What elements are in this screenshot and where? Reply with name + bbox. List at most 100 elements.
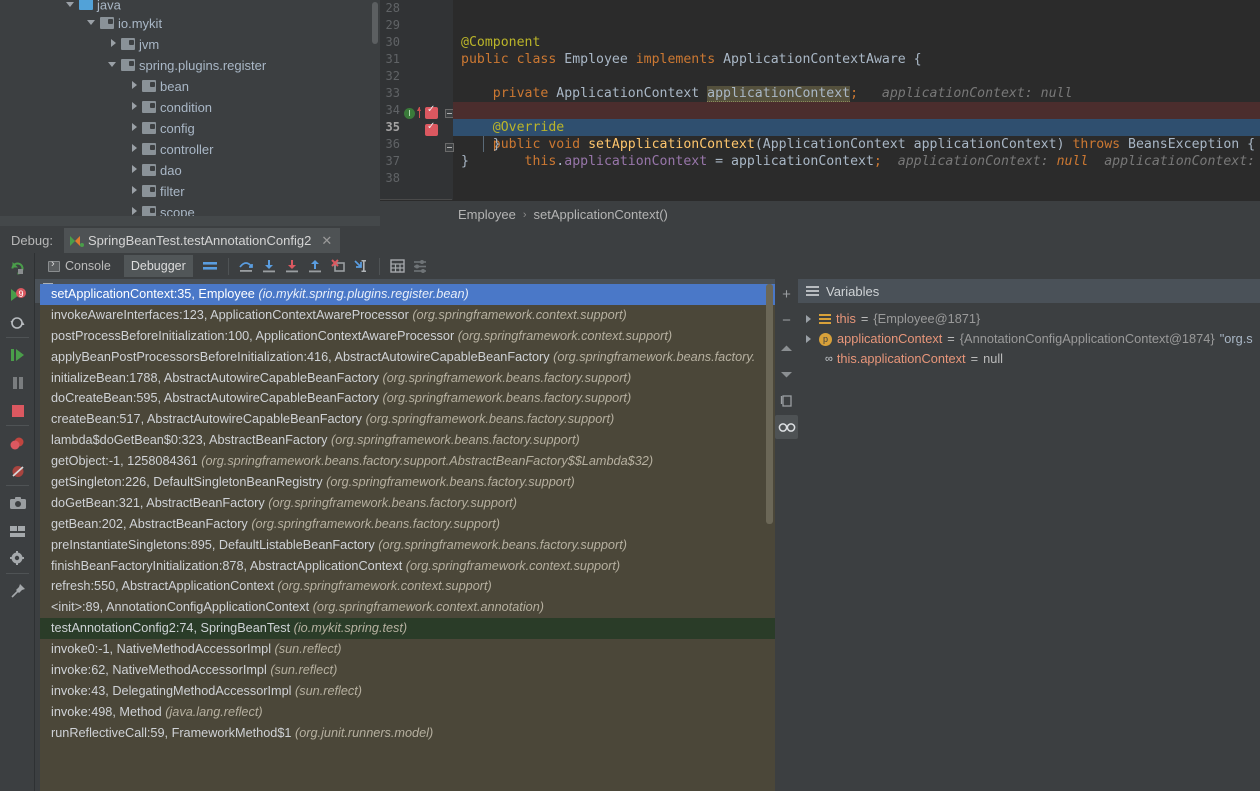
settings-icon[interactable]: [409, 255, 432, 277]
screenshot-icon[interactable]: [0, 489, 35, 517]
frame-row[interactable]: initializeBean:1788, AbstractAutowireCap…: [40, 368, 775, 389]
line-number-35[interactable]: 35: [380, 119, 400, 136]
frame-row[interactable]: invoke:62, NativeMethodAccessorImpl (sun…: [40, 660, 775, 681]
mute-breakpoints-icon[interactable]: [0, 457, 35, 485]
frame-row[interactable]: getBean:202, AbstractBeanFactory (org.sp…: [40, 514, 775, 535]
frame-row[interactable]: createBean:517, AbstractAutowireCapableB…: [40, 409, 775, 430]
step-into-icon[interactable]: [258, 255, 281, 277]
line-number-28[interactable]: 28: [380, 0, 400, 17]
line-number-36[interactable]: 36: [380, 136, 400, 153]
frame-row[interactable]: refresh:550, AbstractApplicationContext …: [40, 576, 775, 597]
chevron-right-icon[interactable]: [129, 122, 140, 133]
chevron-down-icon[interactable]: [66, 0, 77, 10]
frame-row[interactable]: postProcessBeforeInitialization:100, App…: [40, 326, 775, 347]
line-number-37[interactable]: 37: [380, 153, 400, 170]
frame-row[interactable]: preInstantiateSingletons:895, DefaultLis…: [40, 535, 775, 556]
variable-row[interactable]: ∞this.applicationContext=null: [798, 349, 1260, 369]
copy-icon[interactable]: [775, 387, 798, 413]
breakpoint-icon-line34[interactable]: [425, 107, 438, 119]
resume-program-icon[interactable]: [0, 341, 35, 369]
frame-row[interactable]: invokeAwareInterfaces:123, ApplicationCo…: [40, 305, 775, 326]
tree-item-bean[interactable]: bean: [0, 75, 380, 96]
rerun-icon[interactable]: [0, 253, 35, 281]
tree-item-controller[interactable]: controller: [0, 138, 380, 159]
frame-row[interactable]: testAnnotationConfig2:74, SpringBeanTest…: [40, 618, 775, 639]
close-icon[interactable]: ✕: [321, 233, 332, 249]
code-editor[interactable]: 2829303132333435363738 I @Component publ…: [380, 0, 1260, 200]
code-line-29[interactable]: public class Employee implements Applica…: [453, 17, 1260, 34]
chevron-right-icon[interactable]: [804, 334, 814, 344]
code-line-37[interactable]: }: [453, 153, 1260, 170]
chevron-right-icon[interactable]: [804, 314, 814, 324]
move-up-icon[interactable]: [775, 335, 798, 361]
line-number-29[interactable]: 29: [380, 17, 400, 34]
step-over-icon[interactable]: [235, 255, 258, 277]
frame-row[interactable]: finishBeanFactoryInitialization:878, Abs…: [40, 556, 775, 577]
step-out-icon[interactable]: [304, 255, 327, 277]
tab-debugger[interactable]: Debugger: [124, 255, 193, 277]
add-watch-icon[interactable]: +: [775, 281, 798, 307]
chevron-right-icon[interactable]: [108, 38, 119, 49]
variable-row[interactable]: papplicationContext={AnnotationConfigApp…: [798, 329, 1260, 349]
breadcrumb[interactable]: Employee › setApplicationContext(): [380, 200, 1260, 228]
pause-program-icon[interactable]: [0, 369, 35, 397]
run-to-cursor-icon[interactable]: [350, 255, 373, 277]
tree-vscrollbar-thumb[interactable]: [372, 2, 378, 44]
code-lines[interactable]: @Component public class Employee impleme…: [453, 0, 1260, 200]
implementing-method-icon[interactable]: I: [404, 108, 415, 119]
tree-item-java[interactable]: java: [0, 0, 380, 12]
frame-row[interactable]: doGetBean:321, AbstractBeanFactory (org.…: [40, 493, 775, 514]
show-execution-point-icon[interactable]: [199, 255, 222, 277]
frame-row[interactable]: doCreateBean:595, AbstractAutowireCapabl…: [40, 388, 775, 409]
move-down-icon[interactable]: [775, 361, 798, 387]
evaluate-expression-icon[interactable]: [386, 255, 409, 277]
breakpoint-icon-line35[interactable]: [425, 124, 438, 136]
code-line-28[interactable]: @Component: [453, 0, 1260, 17]
tree-item-filter[interactable]: filter: [0, 180, 380, 201]
chevron-right-icon[interactable]: [129, 101, 140, 112]
chevron-right-icon[interactable]: [129, 143, 140, 154]
line-number-34[interactable]: 34: [380, 102, 400, 119]
chevron-right-icon[interactable]: [129, 80, 140, 91]
frames-scrollbar-thumb[interactable]: [766, 284, 773, 524]
debug-session-tab[interactable]: SpringBeanTest.testAnnotationConfig2 ✕: [64, 228, 340, 253]
frame-row[interactable]: invoke:43, DelegatingMethodAccessorImpl …: [40, 681, 775, 702]
force-step-into-icon[interactable]: [281, 255, 304, 277]
layout-icon[interactable]: [0, 517, 35, 545]
frame-row[interactable]: getSingleton:226, DefaultSingletonBeanRe…: [40, 472, 775, 493]
frame-row[interactable]: getObject:-1, 1258084361 (org.springfram…: [40, 451, 775, 472]
line-number-31[interactable]: 31: [380, 51, 400, 68]
frame-row[interactable]: lambda$doGetBean$0:323, AbstractBeanFact…: [40, 430, 775, 451]
frame-row[interactable]: setApplicationContext:35, Employee (io.m…: [40, 284, 775, 305]
pin-tab-icon[interactable]: [0, 577, 35, 605]
tree-item-dao[interactable]: dao: [0, 159, 380, 180]
tree-item-io-mykit[interactable]: io.mykit: [0, 12, 380, 33]
update-running-application-icon[interactable]: [0, 309, 35, 337]
tree-item-jvm[interactable]: jvm: [0, 33, 380, 54]
chevron-right-icon[interactable]: [129, 164, 140, 175]
code-line-32[interactable]: [453, 68, 1260, 85]
tree-item-config[interactable]: config: [0, 117, 380, 138]
tab-console[interactable]: Console: [41, 255, 118, 277]
line-number-38[interactable]: 38: [380, 170, 400, 187]
settings-gear-icon[interactable]: [0, 545, 35, 573]
code-line-36[interactable]: }: [453, 136, 1260, 153]
view-breakpoints-icon[interactable]: [0, 429, 35, 457]
tree-item-spring-plugins-register[interactable]: spring.plugins.register: [0, 54, 380, 75]
drop-frame-icon[interactable]: [327, 255, 350, 277]
stop-icon[interactable]: [0, 397, 35, 425]
line-number-32[interactable]: 32: [380, 68, 400, 85]
variable-row[interactable]: this={Employee@1871}: [798, 309, 1260, 329]
chevron-down-icon[interactable]: [87, 17, 98, 28]
rerun-failed-tests-icon[interactable]: 9: [0, 281, 35, 309]
code-line-30[interactable]: [453, 34, 1260, 51]
inspect-icon[interactable]: [775, 415, 798, 439]
frame-row[interactable]: runReflectiveCall:59, FrameworkMethod$1 …: [40, 723, 775, 744]
frames-list[interactable]: setApplicationContext:35, Employee (io.m…: [40, 284, 775, 791]
code-line-38[interactable]: [453, 170, 1260, 187]
remove-watch-icon[interactable]: −: [775, 307, 798, 333]
frame-row[interactable]: invoke0:-1, NativeMethodAccessorImpl (su…: [40, 639, 775, 660]
breadcrumb-item-method[interactable]: setApplicationContext(): [533, 207, 667, 222]
breadcrumb-item-class[interactable]: Employee: [458, 207, 516, 222]
code-line-34[interactable]: public void setApplicationContext(Applic…: [453, 102, 1260, 119]
